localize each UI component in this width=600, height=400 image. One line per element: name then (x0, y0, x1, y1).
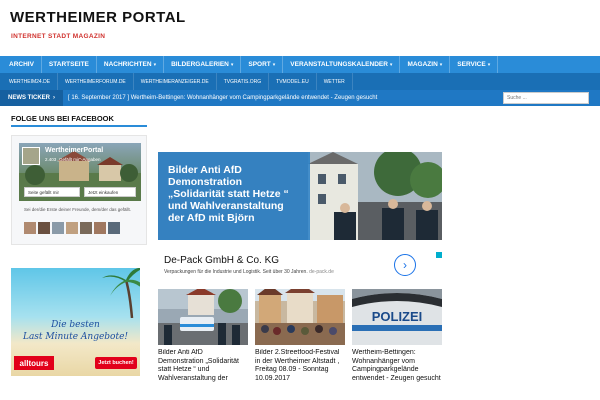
chevron-right-icon: › (53, 95, 55, 101)
sub-nav-wertheimerforum[interactable]: WERTHEIMERFORUM.DE (58, 73, 134, 90)
ad-book-now-button[interactable]: Jetzt buchen! (95, 357, 137, 369)
main-navigation: ARCHIV STARTSEITE NACHRICHTEN ▾ BILDERGAL… (0, 56, 600, 73)
nav-label: SPORT (248, 61, 271, 68)
chevron-down-icon: ▾ (272, 61, 276, 68)
facebook-page-name[interactable]: WertheimerPortal (45, 147, 103, 154)
nav-label: BILDERGALERIEN (171, 61, 229, 68)
facebook-page-widget: WertheimerPortal 2.403 „Gefällt mir“-Ang… (11, 135, 147, 245)
ticker-headline-text: Wertheim-Bettingen: Wohnanhänger vom Cam… (130, 95, 378, 101)
polizei-text: POLIZEI (372, 309, 423, 324)
sub-nav-wertheimeranzeiger[interactable]: WERTHEIMERANZEIGER.DE (134, 73, 217, 90)
text-ad-description-text: Verpackungen für die Industrie und Logis… (164, 269, 308, 275)
nav-label: MAGAZIN (407, 61, 438, 68)
nav-item-service[interactable]: SERVICE ▾ (450, 56, 499, 73)
ticker-date: [ 16. September 2017 ] (68, 95, 130, 101)
shop-button-label: Jetzt einkaufen (88, 189, 119, 195)
facebook-cover-image[interactable]: WertheimerPortal 2.403 „Gefällt mir“-Ang… (19, 143, 141, 201)
nav-item-nachrichten[interactable]: NACHRICHTEN ▾ (97, 56, 165, 73)
facebook-friend-faces (24, 222, 120, 234)
friend-avatar[interactable] (52, 222, 64, 234)
sub-nav-tvmodel[interactable]: TVMODEL.EU (269, 73, 317, 90)
sub-nav-tvgratis[interactable]: TVGRATIS.ORG (217, 73, 270, 90)
palm-tree-icon (102, 268, 140, 318)
sub-nav-wetter[interactable]: WETTER (317, 73, 353, 90)
nav-label: SERVICE (457, 61, 486, 68)
ticker-headline[interactable]: [ 16. September 2017 ] Wertheim-Bettinge… (63, 95, 377, 101)
facebook-like-button[interactable]: Seite gefällt mir (24, 187, 80, 197)
nav-item-magazin[interactable]: MAGAZIN ▾ (400, 56, 451, 73)
nav-label: STARTSEITE (48, 61, 89, 68)
site-tagline: INTERNET STADT MAGAZIN (11, 33, 106, 40)
alltours-logo: alltours (14, 356, 54, 370)
featured-article-hero[interactable]: Bilder Anti AfD Demonstration „Solidarit… (158, 152, 442, 240)
article-card-title[interactable]: Bilder 2.Streetfood-Festival in der Wert… (255, 349, 345, 400)
nav-item-bildergalerien[interactable]: BILDERGALERIEN ▾ (164, 56, 242, 73)
ad-choices-icon[interactable] (436, 252, 442, 258)
friend-avatar[interactable] (66, 222, 78, 234)
nav-label: VERANSTALTUNGSKALENDER (290, 61, 388, 68)
ad-headline-line1: Die besten (51, 320, 100, 330)
friend-avatar[interactable] (80, 222, 92, 234)
ticker-label: NEWS TICKER › (0, 90, 63, 106)
article-card-image[interactable]: POLIZEI (352, 289, 442, 345)
nav-item-sport[interactable]: SPORT ▾ (241, 56, 284, 73)
secondary-navigation: WERTHEIM24.DE WERTHEIMERFORUM.DE WERTHEI… (0, 73, 600, 90)
facebook-page-avatar[interactable] (22, 147, 40, 165)
nav-item-archiv[interactable]: ARCHIV (2, 56, 42, 73)
police-demonstration-photo-icon (158, 289, 248, 345)
chevron-down-icon: ▾ (230, 61, 234, 68)
facebook-shop-button[interactable]: Jetzt einkaufen (84, 187, 136, 197)
article-card-image[interactable] (158, 289, 248, 345)
facebook-like-count: 2.403 „Gefällt mir“-Angaben (45, 157, 101, 162)
nav-item-veranstaltungskalender[interactable]: VERANSTALTUNGSKALENDER ▾ (283, 56, 401, 73)
article-card-image[interactable] (255, 289, 345, 345)
streetfood-festival-photo-icon (255, 289, 345, 345)
hero-title: Bilder Anti AfD Demonstration „Solidarit… (168, 164, 289, 224)
ad-headline-line2: Last Minute Angebote! (22, 332, 129, 342)
nav-item-startseite[interactable]: STARTSEITE (42, 56, 97, 73)
alltours-ad-banner[interactable]: Die besten Last Minute Angebote! alltour… (11, 268, 140, 376)
hero-caption[interactable]: Bilder Anti AfD Demonstration „Solidarit… (158, 152, 310, 240)
facebook-friends-text: Sei der/die Erste deiner Freunde, dem/de… (24, 207, 132, 212)
text-ad-description: Verpackungen für die Industrie und Logis… (164, 269, 334, 275)
text-ad-url[interactable]: de-pack.de (309, 269, 334, 275)
ticker-label-text: NEWS TICKER (8, 95, 50, 101)
like-button-label: Seite gefällt mir (28, 189, 60, 195)
article-card-title[interactable]: Wertheim-Bettingen: Wohnanhänger vom Cam… (352, 349, 442, 400)
text-ad[interactable]: De-Pack GmbH & Co. KG Verpackungen für d… (158, 252, 442, 280)
friend-avatar[interactable] (108, 222, 120, 234)
facebook-widget-title: FOLGE UNS BEI FACEBOOK (11, 114, 114, 123)
news-ticker: NEWS TICKER › [ 16. September 2017 ] Wer… (0, 90, 600, 106)
article-card-title[interactable]: Bilder Anti AfD Demonstration „Solidarit… (158, 349, 248, 400)
nav-label: NACHRICHTEN (103, 61, 152, 68)
chevron-down-icon: ▾ (153, 61, 157, 68)
friend-avatar[interactable] (38, 222, 50, 234)
police-van-photo-icon: POLIZEI (352, 289, 442, 345)
chevron-right-icon[interactable]: › (394, 254, 416, 276)
search-input[interactable] (503, 92, 589, 104)
divider (11, 125, 147, 127)
nav-label: ARCHIV (9, 61, 34, 68)
chevron-down-icon: ▾ (487, 61, 491, 68)
sub-nav-wertheim24[interactable]: WERTHEIM24.DE (2, 73, 59, 90)
site-title[interactable]: WERTHEIMER PORTAL (10, 9, 186, 26)
chevron-down-icon: ▾ (389, 61, 393, 68)
friend-avatar[interactable] (94, 222, 106, 234)
friend-avatar[interactable] (24, 222, 36, 234)
site-header: WERTHEIMER PORTAL INTERNET STADT MAGAZIN (0, 0, 600, 56)
chevron-down-icon: ▾ (439, 61, 443, 68)
text-ad-title[interactable]: De-Pack GmbH & Co. KG (164, 255, 279, 266)
